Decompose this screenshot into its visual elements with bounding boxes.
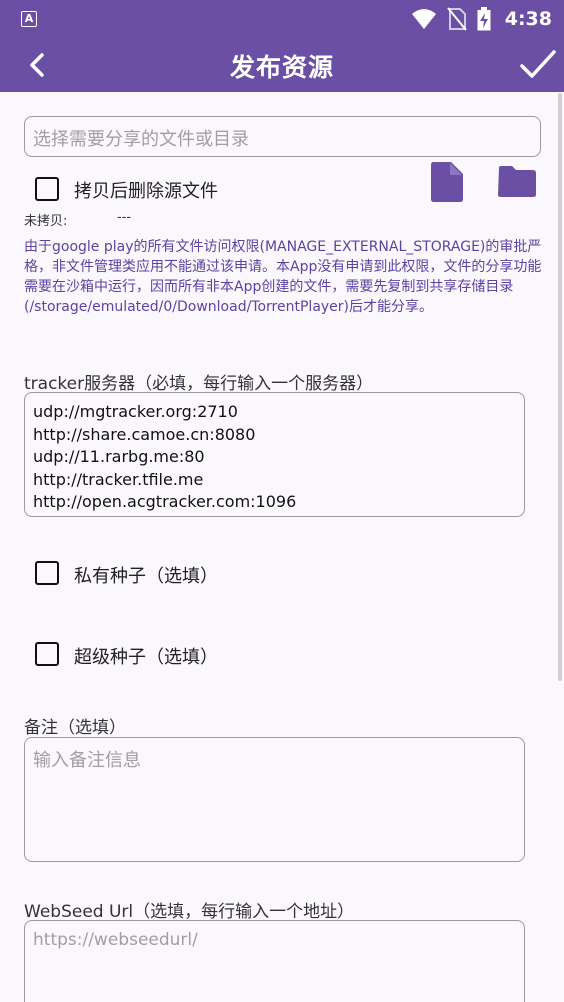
no-sim-icon: [446, 7, 467, 31]
remark-label: 备注（选填）: [24, 718, 126, 738]
app-bar: 发布资源: [0, 38, 564, 92]
tracker-label: tracker服务器（必填，每行输入一个服务器）: [24, 374, 374, 394]
copy-status-label: 未拷贝:: [24, 214, 68, 229]
private-torrent-checkbox[interactable]: [35, 561, 59, 585]
file-path-input[interactable]: 选择需要分享的文件或目录: [24, 116, 541, 157]
app-notification-icon: A: [21, 11, 37, 27]
private-torrent-label: 私有种子（选填）: [74, 566, 218, 587]
status-time: 4:38: [504, 8, 552, 30]
remark-placeholder: 输入备注信息: [33, 750, 141, 771]
select-file-button[interactable]: [430, 162, 464, 202]
copy-status-value: ---: [117, 210, 132, 225]
select-folder-button[interactable]: [497, 166, 537, 198]
delete-after-copy-label: 拷贝后删除源文件: [74, 181, 218, 202]
wifi-icon: [411, 9, 436, 29]
delete-after-copy-checkbox[interactable]: [35, 177, 59, 201]
file-icon: [431, 162, 463, 202]
tracker-list: udp://mgtracker.org:2710 http://share.ca…: [33, 401, 296, 514]
page-title: 发布资源: [229, 53, 334, 82]
check-icon: [520, 50, 556, 78]
file-path-placeholder: 选择需要分享的文件或目录: [33, 129, 249, 150]
scrollbar[interactable]: [558, 93, 562, 681]
permission-notice: 由于google play的所有文件访问权限(MANAGE_EXTERNAL_S…: [24, 239, 542, 315]
remark-input[interactable]: 输入备注信息: [24, 737, 525, 862]
tracker-line: http://tracker.tfile.me: [33, 469, 204, 489]
tracker-line: udp://11.rarbg.me:80: [33, 447, 205, 466]
webseed-input[interactable]: https://webseedurl/: [24, 920, 525, 1002]
status-icons: 4:38: [411, 0, 552, 38]
battery-charging-icon: [477, 7, 491, 31]
status-bar: A 4:38: [0, 0, 564, 38]
super-torrent-checkbox[interactable]: [35, 642, 59, 666]
tracker-input[interactable]: udp://mgtracker.org:2710 http://share.ca…: [24, 392, 525, 517]
tracker-line: http://share.camoe.cn:8080: [33, 424, 256, 444]
webseed-label: WebSeed Url（选填，每行输入一个地址）: [24, 902, 355, 922]
confirm-button[interactable]: [518, 48, 558, 82]
super-torrent-label: 超级种子（选填）: [74, 647, 218, 668]
tracker-line: udp://mgtracker.org:2710: [33, 402, 238, 421]
folder-icon: [498, 166, 536, 197]
webseed-placeholder: https://webseedurl/: [33, 930, 198, 950]
tracker-line: http://open.acgtracker.com:1096: [33, 492, 297, 511]
